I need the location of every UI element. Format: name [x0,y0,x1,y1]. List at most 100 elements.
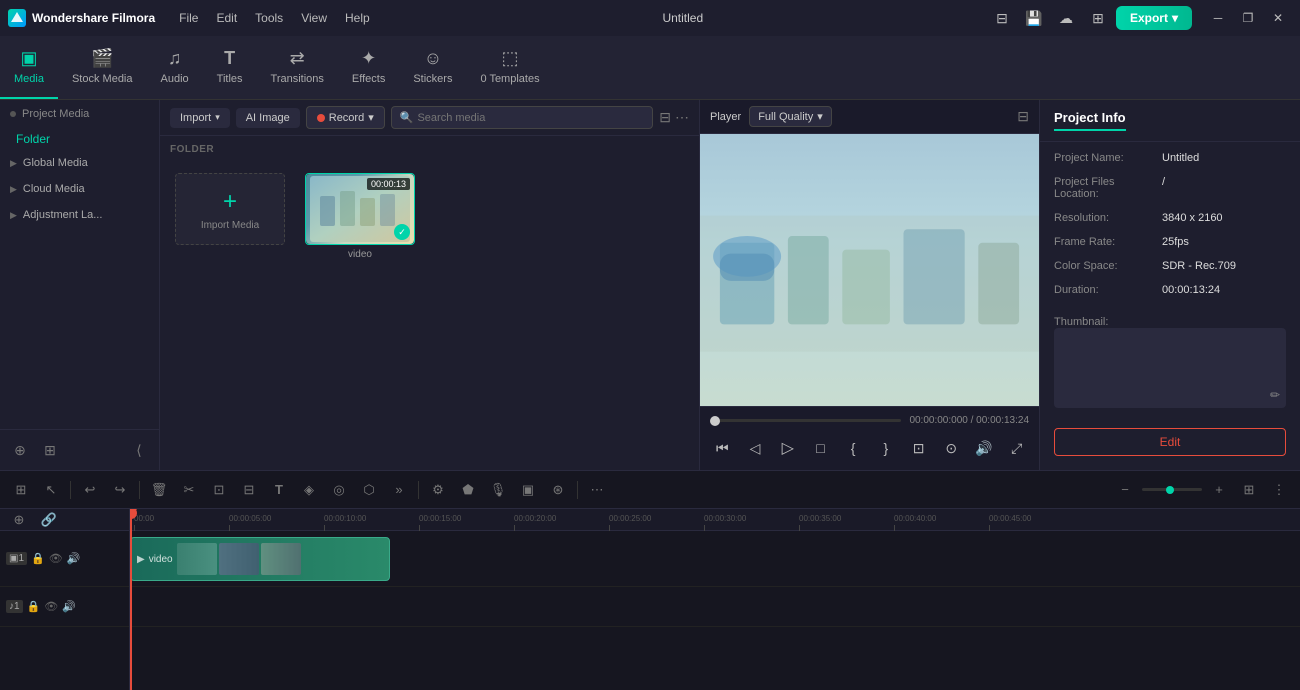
grid-view-button[interactable]: ⊞ [38,438,62,462]
sidebar-item-cloud-media[interactable]: ▶ Cloud Media [0,176,159,202]
project-info-header: Project Info [1040,100,1300,142]
add-folder-button[interactable]: ⊕ [8,438,32,462]
transform-button[interactable]: ⬡ [356,477,382,503]
link-button[interactable]: 🔗 [36,509,62,533]
menu-tools[interactable]: Tools [247,7,291,29]
menu-edit[interactable]: Edit [208,7,245,29]
cut-button[interactable]: ✂ [176,477,202,503]
audio-mute-icon[interactable]: 🔊 [62,600,76,613]
apps-icon[interactable]: ⊞ [1084,4,1112,32]
menu-help[interactable]: Help [337,7,378,29]
play-button[interactable]: ▷ [775,434,800,462]
maximize-button[interactable]: ❐ [1234,4,1262,32]
color-button[interactable]: ◎ [326,477,352,503]
color-grade-button[interactable]: ▣ [515,477,541,503]
more-options-icon[interactable]: ⋯ [675,109,689,126]
close-button[interactable]: ✕ [1264,4,1292,32]
search-input[interactable] [417,112,644,124]
menu-view[interactable]: View [293,7,335,29]
zoom-thumb[interactable] [1166,486,1174,494]
player-view-icon[interactable]: ⊟ [1017,108,1029,125]
more-settings-button[interactable]: ⋮ [1266,477,1292,503]
sidebar-item-global-media[interactable]: ▶ Global Media [0,150,159,176]
zoom-in-button[interactable]: + [1206,477,1232,503]
tab-stock-media[interactable]: 🎬 Stock Media [58,36,147,99]
zoom-out-button[interactable]: − [1112,477,1138,503]
edit-button[interactable]: Edit [1054,428,1286,456]
extract-button[interactable]: ⊡ [906,434,931,462]
sidebar-item-folder[interactable]: Folder [0,128,159,150]
tab-templates[interactable]: ⬚ 0 Templates [466,36,553,99]
split-audio-button[interactable]: ⊟ [236,477,262,503]
frame-forward-button[interactable]: □ [808,434,833,462]
track-lock-icon[interactable]: 🔒 [31,552,45,565]
track-hide-icon[interactable]: 👁 [49,552,63,565]
timeline-select-button[interactable]: ↖ [38,477,64,503]
thumbnail-edit-button[interactable]: ✏ [1270,388,1280,402]
video-track-num-icon: ▣1 [6,552,27,565]
tab-titles[interactable]: T Titles [203,36,257,99]
timeline-more-button[interactable]: ⋯ [584,477,610,503]
redo-button[interactable]: ↪ [107,477,133,503]
quality-selector[interactable]: Full Quality ▾ [749,106,832,127]
filter-icon[interactable]: ⊟ [659,109,671,126]
video-clip[interactable]: ▶ video [130,537,390,581]
tab-audio[interactable]: ♫ Audio [147,36,203,99]
list-item[interactable]: + Import Media [170,173,290,260]
more-button[interactable]: » [386,477,412,503]
mark-in-button[interactable]: { [841,434,866,462]
text-button[interactable]: T [266,477,292,503]
restore-icon[interactable]: ⊟ [988,4,1016,32]
skip-back-button[interactable]: ⏮ [710,434,735,462]
tab-effects[interactable]: ✦ Effects [338,36,399,99]
tab-stock-media-label: Stock Media [72,73,133,85]
mark-out-button[interactable]: } [874,434,899,462]
track-mute-icon[interactable]: 🔊 [67,552,81,565]
frame-back-button[interactable]: ◁ [743,434,768,462]
info-row-location: Project Files Location: / [1054,176,1286,200]
delete-button[interactable]: 🗑 [146,477,172,503]
save-icon[interactable]: 💾 [1020,4,1048,32]
audio-lock-icon[interactable]: 🔒 [27,600,41,613]
progress-track[interactable] [710,419,901,422]
more-button[interactable]: ⤢ [1004,434,1029,462]
undo-button[interactable]: ↩ [77,477,103,503]
import-media-thumb[interactable]: + Import Media [175,173,285,245]
sidebar-item-adjustment[interactable]: ▶ Adjustment La... [0,202,159,228]
total-time: 00:00:13:24 [976,415,1029,426]
import-media-label: Import Media [201,220,259,231]
export-button[interactable]: Export ▾ [1116,6,1192,30]
player-tab[interactable]: Player [710,111,741,123]
collapse-panel-button[interactable]: ⟨ [127,438,151,462]
add-track-button[interactable]: ⊕ [6,509,32,533]
tab-transitions[interactable]: ⇄ Transitions [257,36,338,99]
import-button[interactable]: Import ▾ [170,108,230,128]
list-item[interactable]: 00:00:13 ✓ video [300,173,420,260]
video-thumb[interactable]: 00:00:13 ✓ [305,173,415,245]
mask-button[interactable]: ⬟ [455,477,481,503]
tab-stickers[interactable]: ☺ Stickers [399,36,466,99]
tl-separator [577,481,578,499]
effects-button[interactable]: ⚙ [425,477,451,503]
upload-icon[interactable]: ☁ [1052,4,1080,32]
value-project-name: Untitled [1162,152,1286,164]
crop-button[interactable]: ⊡ [206,477,232,503]
keyframe-button[interactable]: ◈ [296,477,322,503]
audio-record-button[interactable]: 🎙 [485,477,511,503]
volume-button[interactable]: 🔊 [972,434,997,462]
record-button[interactable]: Record ▾ [306,106,385,129]
timeline-layout-button[interactable]: ⊞ [8,477,34,503]
zoom-slider[interactable] [1142,488,1202,491]
progress-thumb[interactable] [710,416,720,426]
minimize-button[interactable]: ─ [1204,4,1232,32]
ai-image-button[interactable]: AI Image [236,108,300,128]
left-panel: Project Media Folder ▶ Global Media ▶ Cl… [0,100,160,470]
ruler-mark: 00:00:45:00 [989,514,1031,531]
tab-media[interactable]: ▣ Media [0,36,58,99]
snapshot-button[interactable]: ⊙ [939,434,964,462]
tl-separator [139,481,140,499]
audio-hide-icon[interactable]: 👁 [44,600,58,613]
grid-settings-button[interactable]: ⊞ [1236,477,1262,503]
ai-tools-button[interactable]: ⊛ [545,477,571,503]
menu-file[interactable]: File [171,7,206,29]
